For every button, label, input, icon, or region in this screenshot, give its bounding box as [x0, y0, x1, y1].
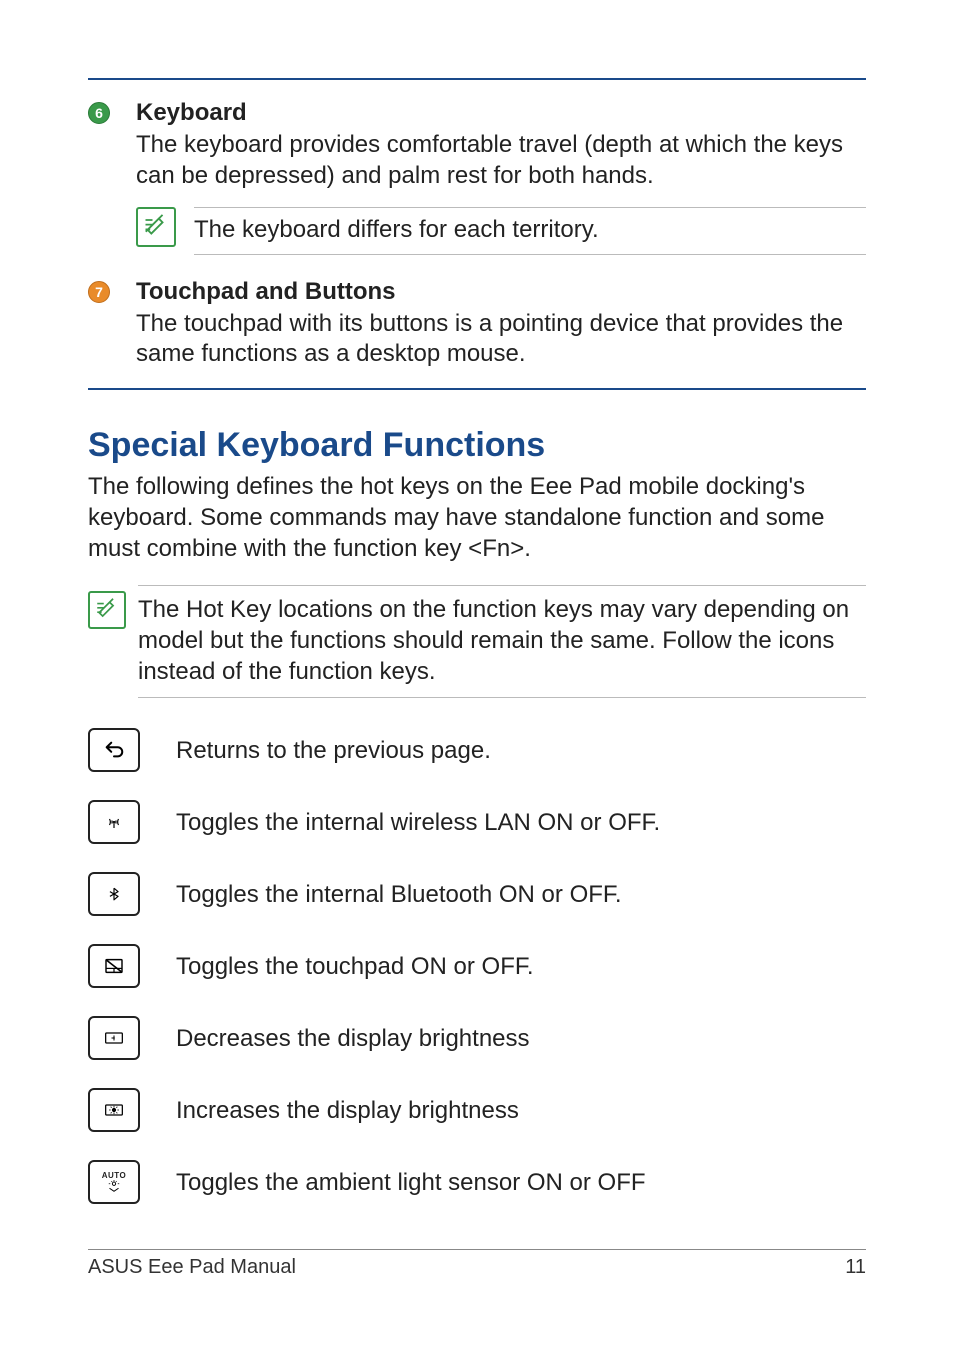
key-desc: Toggles the internal Bluetooth ON or OFF… [176, 879, 622, 910]
callout-badge-7: 7 [88, 281, 110, 303]
back-key-icon [88, 728, 140, 772]
section-intro: The following defines the hot keys on th… [88, 471, 866, 565]
note-text-keyboard: The keyboard differs for each territory. [194, 214, 866, 245]
footer-left: ASUS Eee Pad Manual [88, 1256, 296, 1279]
brightness-up-key-icon [88, 1088, 140, 1132]
auto-light-key-icon: AUTO [88, 1160, 140, 1204]
note-icon [136, 207, 176, 247]
key-desc: Toggles the touchpad ON or OFF. [176, 951, 534, 982]
bluetooth-key-icon [88, 872, 140, 916]
item-title-keyboard: Keyboard [136, 98, 866, 128]
touchpad-key-icon [88, 944, 140, 988]
key-desc: Decreases the display brightness [176, 1023, 530, 1054]
wifi-key-icon [88, 800, 140, 844]
item-desc-touchpad: The touchpad with its buttons is a point… [136, 309, 866, 370]
key-desc: Increases the display brightness [176, 1095, 519, 1126]
callout-badge-6: 6 [88, 102, 110, 124]
key-desc: Returns to the previous page. [176, 735, 491, 766]
key-desc: Toggles the internal wireless LAN ON or … [176, 807, 660, 838]
page-number: 11 [845, 1256, 866, 1279]
section-note: The Hot Key locations on the function ke… [138, 594, 866, 688]
section-title: Special Keyboard Functions [88, 426, 866, 465]
item-desc-keyboard: The keyboard provides comfortable travel… [136, 130, 866, 191]
note-icon [88, 591, 126, 629]
item-title-touchpad: Touchpad and Buttons [136, 277, 866, 307]
key-desc: Toggles the ambient light sensor ON or O… [176, 1167, 646, 1198]
brightness-down-key-icon [88, 1016, 140, 1060]
